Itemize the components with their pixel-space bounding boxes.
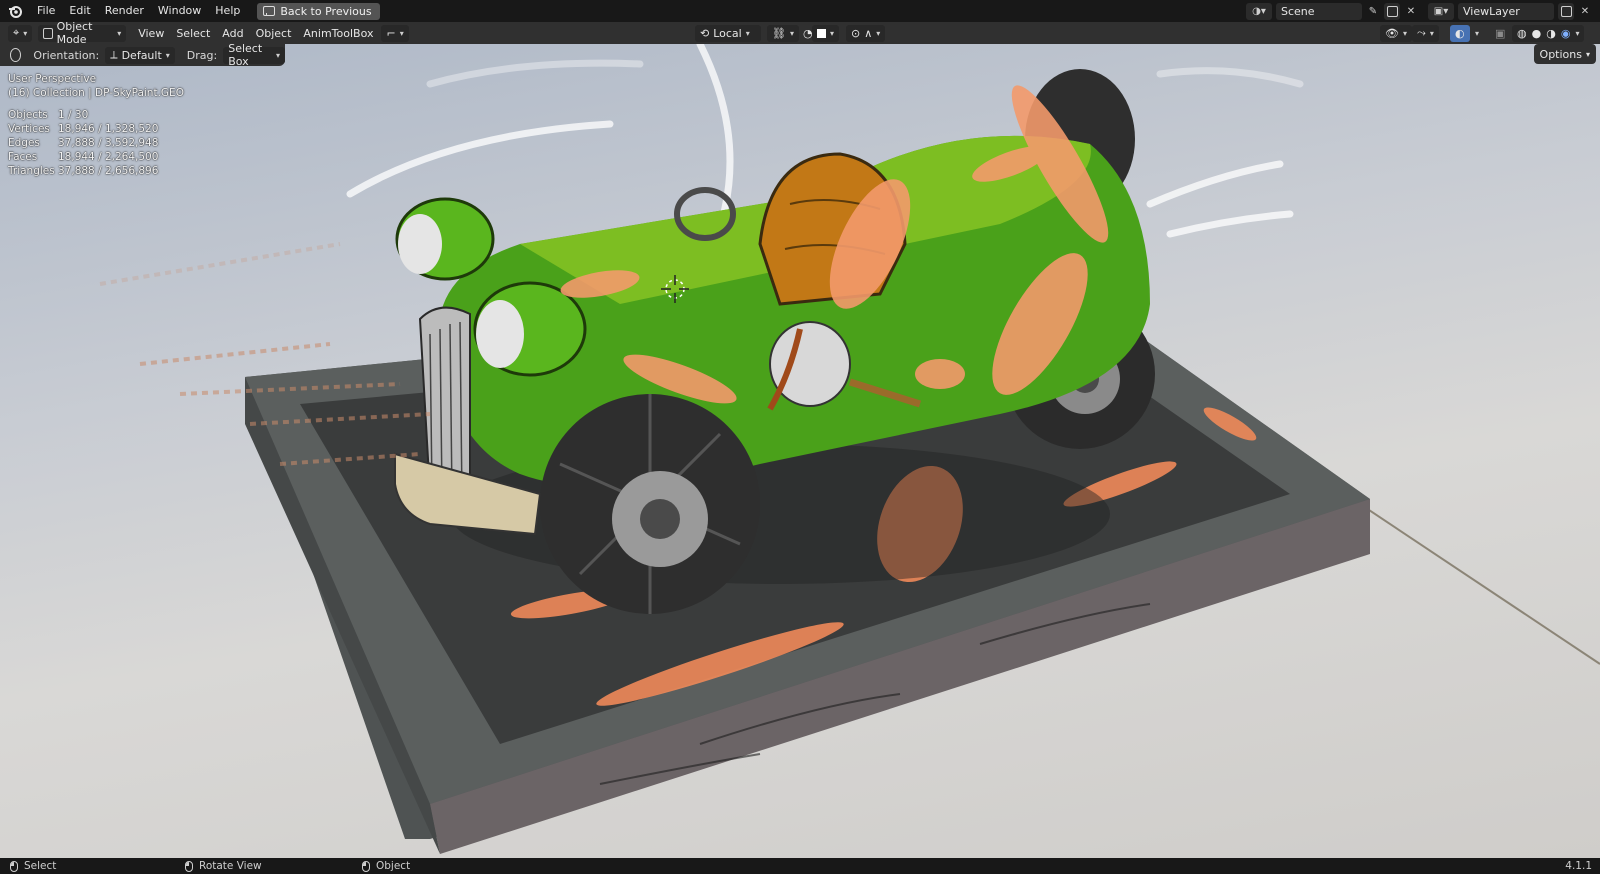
chevron-down-icon: ▾ xyxy=(1585,49,1590,59)
status-object: Object xyxy=(362,860,410,872)
select-tool-icon[interactable] xyxy=(10,48,22,62)
menu-object[interactable]: Object xyxy=(250,27,298,40)
stat-row-objects: Objects 1 / 30 xyxy=(8,108,184,122)
overlay-icon[interactable]: ⤳ ▾ xyxy=(1412,24,1439,42)
xray-icon[interactable]: ◐ xyxy=(1450,24,1470,42)
left-mouse-icon xyxy=(10,860,18,872)
right-mouse-icon xyxy=(362,860,370,872)
stat-value: 18,944 / 2,264,500 xyxy=(58,151,159,163)
menu-window[interactable]: Window xyxy=(151,0,208,22)
gizmo-icon[interactable]: 👁 ▾ xyxy=(1380,24,1412,42)
transform-orientation-dropdown[interactable]: ⟲ Local ▾ xyxy=(695,24,761,42)
orientation-dropdown[interactable]: ⟂ Default ▾ xyxy=(105,46,175,64)
stat-row-faces: Faces 18,944 / 2,264,500 xyxy=(8,150,184,164)
drag-value: Select Box xyxy=(228,42,263,68)
menu-select[interactable]: Select xyxy=(170,27,216,40)
top-menu-bar: File Edit Render Window Help Back to Pre… xyxy=(0,0,1600,22)
new-view-layer-icon[interactable] xyxy=(1558,2,1574,20)
viewport-overlay-text: User Perspective (16) Collection | DP-Sk… xyxy=(8,72,184,178)
menu-animtoolbox[interactable]: AnimToolBox xyxy=(297,27,379,40)
stat-value: 18,946 / 1,328,520 xyxy=(58,123,159,135)
rendered-shading-icon[interactable]: ◉ xyxy=(1561,27,1571,40)
back-icon xyxy=(263,6,276,16)
stat-value: 37,888 / 2,656,896 xyxy=(58,165,159,177)
status-rotate: Rotate View xyxy=(185,860,262,872)
mode-dropdown[interactable]: Object Mode ▾ xyxy=(38,20,127,46)
status-object-label: Object xyxy=(376,860,411,872)
scene-name: Scene xyxy=(1281,4,1315,18)
material-shading-icon[interactable]: ◑ xyxy=(1546,27,1556,40)
scene-render xyxy=(99,44,1600,854)
orientation-value: Default xyxy=(121,48,162,62)
menu-help[interactable]: Help xyxy=(208,0,247,22)
scene-controls: ◑▾ Scene ✎ ✕ ▣▾ ViewLayer ✕ xyxy=(1246,0,1600,22)
status-rotate-label: Rotate View xyxy=(199,860,262,872)
blender-logo-icon[interactable] xyxy=(6,2,24,20)
view-layer-name: ViewLayer xyxy=(1463,4,1520,18)
drag-label: Drag: xyxy=(186,48,218,62)
orientation-icon: ⟂ xyxy=(110,48,118,61)
shape-dropdown[interactable]: ⌐ ▾ xyxy=(381,24,409,42)
menu-add[interactable]: Add xyxy=(216,27,249,40)
snap-target-dropdown[interactable]: ▾ xyxy=(812,24,840,42)
pivot-icon: ⟲ xyxy=(700,26,710,40)
view-layer-selector-icon[interactable]: ▣▾ xyxy=(1428,2,1454,20)
stat-row-vertices: Vertices 18,946 / 1,328,520 xyxy=(8,122,184,136)
solid-shading-icon[interactable]: ● xyxy=(1532,27,1542,40)
orientation-label: Orientation: xyxy=(33,48,100,62)
scene-selector-icon[interactable]: ◑▾ xyxy=(1246,2,1272,20)
mode-label: Object Mode xyxy=(56,20,93,46)
stat-row-triangles: Triangles 37,888 / 2,656,896 xyxy=(8,164,184,178)
status-bar: Select Rotate View Object 4.1.1 xyxy=(0,858,1600,874)
perspective-label: User Perspective xyxy=(8,73,97,85)
xray-toggle-chevron[interactable]: ▾ xyxy=(1470,25,1484,42)
scene-name-field[interactable]: Scene xyxy=(1276,2,1362,20)
new-scene-icon[interactable] xyxy=(1384,2,1400,20)
shading-modes: ◍ ● ◑ ◉ ▾ xyxy=(1512,24,1585,42)
3d-viewport[interactable]: User Perspective (16) Collection | DP-Sk… xyxy=(0,44,1600,858)
collection-label: (16) Collection | DP-SkyPaint.GEO xyxy=(8,87,184,99)
menu-edit[interactable]: Edit xyxy=(62,0,97,22)
menu-view[interactable]: View xyxy=(132,27,170,40)
pin-icon[interactable]: ✎ xyxy=(1366,3,1380,20)
viewport-header: ⌖ ▾ Object Mode ▾ View Select Add Object … xyxy=(0,20,1600,46)
view-layer-field[interactable]: ViewLayer xyxy=(1458,2,1554,20)
stat-value: 1 / 30 xyxy=(58,109,89,121)
drag-dropdown[interactable]: Select Box ▾ xyxy=(223,42,285,68)
falloff-dropdown[interactable]: ⊙ ∧ ▾ xyxy=(846,24,886,42)
close-view-layer-icon[interactable]: ✕ xyxy=(1578,3,1592,20)
menu-render[interactable]: Render xyxy=(98,0,151,22)
stat-key: Edges xyxy=(8,137,40,149)
options-dropdown[interactable]: Options ▾ xyxy=(1533,44,1596,64)
stat-key: Objects xyxy=(8,109,48,121)
options-label: Options xyxy=(1539,47,1582,61)
middle-mouse-icon xyxy=(185,860,193,872)
snap-icon[interactable]: ⛓ ▾ xyxy=(767,24,799,42)
stat-value: 37,888 / 3,592,948 xyxy=(58,137,159,149)
status-select: Select xyxy=(10,860,56,872)
object-mode-icon xyxy=(43,27,53,39)
editor-type-icon[interactable]: ⌖ ▾ xyxy=(8,24,33,42)
close-scene-icon[interactable]: ✕ xyxy=(1404,3,1418,20)
status-select-label: Select xyxy=(24,860,57,872)
stat-key: Vertices xyxy=(8,123,50,135)
back-to-previous-label: Back to Previous xyxy=(280,4,372,18)
back-to-previous-button[interactable]: Back to Previous xyxy=(257,2,380,20)
toggle-xray-icon[interactable]: ▣ xyxy=(1490,25,1510,42)
wireframe-shading-icon[interactable]: ◍ xyxy=(1517,27,1527,40)
tool-settings-row: Orientation: ⟂ Default ▾ Drag: Select Bo… xyxy=(0,42,285,68)
stat-key: Triangles xyxy=(8,165,55,177)
pivot-label: Local xyxy=(713,26,742,40)
version-label: 4.1.1 xyxy=(1565,860,1592,872)
menu-file[interactable]: File xyxy=(30,0,62,22)
stat-key: Faces xyxy=(8,151,38,163)
stat-row-edges: Edges 37,888 / 3,592,948 xyxy=(8,136,184,150)
